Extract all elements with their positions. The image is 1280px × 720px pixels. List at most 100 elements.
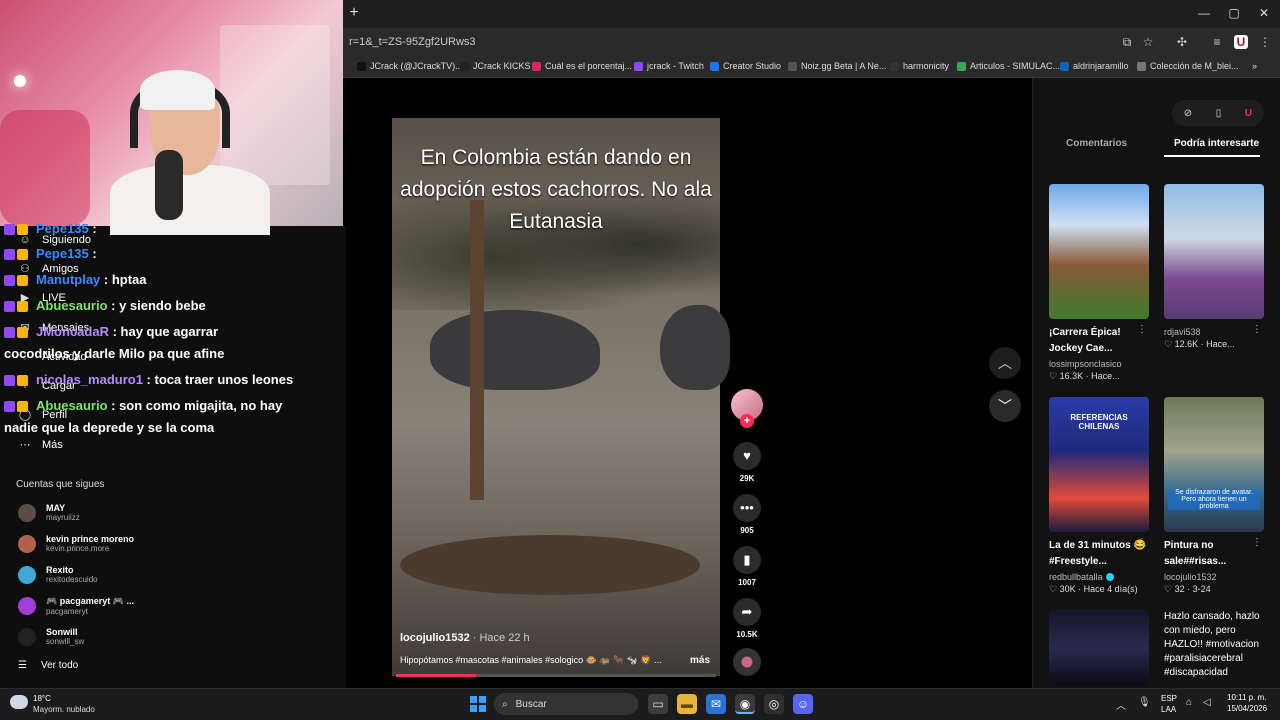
card-user[interactable]: rdjavi538 xyxy=(1164,327,1264,337)
follow-plus-button[interactable]: + xyxy=(740,414,754,428)
share-action[interactable]: ➦ 10.5K xyxy=(733,598,761,639)
clock-time[interactable]: 10:11 p. m. xyxy=(1227,693,1266,702)
share-icon[interactable]: ➦ xyxy=(733,598,761,626)
sidebar-item-más[interactable]: ⋯ Más xyxy=(18,438,63,452)
video-card[interactable]: rdjavi538 ♡ 12.6K · Hace... ⋮ xyxy=(1164,184,1264,350)
card-username[interactable]: rdjavi538 xyxy=(1164,327,1201,337)
bookmark-icon[interactable]: ▮ xyxy=(733,546,761,574)
video-card[interactable]: Hazlo cansado, hazlo con miedo, pero HAZ… xyxy=(1164,610,1264,685)
card-user[interactable]: redbullbatalla xyxy=(1049,572,1149,582)
video-progress[interactable] xyxy=(396,674,716,677)
weather-icon[interactable] xyxy=(10,695,28,709)
keyboard-layout-label[interactable]: LAA xyxy=(1161,705,1176,714)
video-card[interactable]: REFERENCIAS CHILENAS La de 31 minutos 😂 #… xyxy=(1049,397,1149,595)
previous-video-button[interactable]: ︿ xyxy=(989,347,1021,379)
video-card[interactable]: Se disfrazaron de avatar. Pero ahora tie… xyxy=(1164,397,1264,595)
following-item[interactable]: Sonwill sonwill_sw xyxy=(18,627,84,646)
heart-icon: ♡ xyxy=(1049,371,1060,381)
microphone-icon[interactable]: 🎙 xyxy=(1138,697,1151,708)
bookmark-action[interactable]: ▮ 1007 xyxy=(733,546,761,587)
url-text[interactable]: r=1&_t=ZS-95Zgf2URws3 xyxy=(349,36,476,48)
following-item[interactable]: kevin prince moreno kevin.prince.more xyxy=(18,534,134,553)
video-thumbnail[interactable] xyxy=(1049,610,1149,685)
chrome-icon[interactable]: ◉ xyxy=(735,694,755,714)
heart-action[interactable]: ♥ 29K xyxy=(733,442,761,483)
video-author-name[interactable]: locojulio1532 xyxy=(400,632,470,644)
extensions-icon[interactable]: ✣ xyxy=(1175,35,1189,49)
card-username[interactable]: redbullbatalla xyxy=(1049,572,1103,582)
discord-icon[interactable]: ☺ xyxy=(793,694,813,714)
language-label[interactable]: ESP xyxy=(1161,694,1177,703)
obs-icon[interactable]: ◎ xyxy=(764,694,784,714)
comment-icon[interactable]: ••• xyxy=(733,494,761,522)
bookmark-item[interactable]: Noiz.gg Beta | A Ne... xyxy=(788,61,886,71)
bookmark-item[interactable]: Creator Studio xyxy=(710,61,781,71)
next-video-button[interactable]: ﹀ xyxy=(989,390,1021,422)
tab-interest[interactable]: Podría interesarte xyxy=(1174,138,1259,149)
bookmark-item[interactable]: Colección de M_blei... xyxy=(1137,61,1239,71)
more-options-icon[interactable]: ⋮ xyxy=(1252,324,1262,335)
bookmarks-overflow-icon[interactable]: » xyxy=(1252,61,1257,71)
tab-comments[interactable]: Comentarios xyxy=(1066,138,1127,149)
video-author[interactable]: locojulio1532 · Hace 22 h xyxy=(400,632,530,644)
star-icon[interactable]: ☆ xyxy=(1141,35,1155,49)
bookmark-item[interactable]: jcrack - Twitch xyxy=(634,61,704,71)
file-explorer-icon[interactable]: ▬ xyxy=(677,694,697,714)
video-thumbnail[interactable]: Se disfrazaron de avatar. Pero ahora tie… xyxy=(1164,397,1264,532)
bookmark-item[interactable]: Cuál es el porcentaj... xyxy=(532,61,632,71)
following-item[interactable]: 🎮 pacgameryt 🎮 ... pacgameryt xyxy=(18,596,134,616)
bookmark-item[interactable]: harmonicity xyxy=(890,61,949,71)
bookmark-item[interactable]: JCrack (@JCrackTV)... xyxy=(357,61,463,71)
cast-icon[interactable]: ⧉ xyxy=(1120,35,1134,49)
taskbar-search[interactable]: ⌕ Buscar xyxy=(494,693,638,715)
card-title[interactable]: Pintura no sale##risas... xyxy=(1164,538,1264,570)
mail-icon[interactable]: ✉ xyxy=(706,694,726,714)
card-username[interactable]: lossimpsonclasico xyxy=(1049,359,1122,369)
weather-desc[interactable]: Mayorm. nublado xyxy=(33,705,95,714)
video-thumbnail[interactable]: Hazlo cansado, hazlo con miedo, pero HAZ… xyxy=(1164,610,1264,685)
thumbnail-overlay-text: Hazlo cansado, hazlo con miedo, pero HAZ… xyxy=(1164,611,1260,678)
video-thumbnail[interactable]: REFERENCIAS CHILENAS xyxy=(1049,397,1149,532)
bookmark-item[interactable]: Articulos - SIMULAC... xyxy=(957,61,1060,71)
following-item[interactable]: MAY mayruiizz xyxy=(18,503,80,522)
more-button[interactable]: más xyxy=(690,655,710,666)
start-button[interactable] xyxy=(470,696,486,712)
comment-action[interactable]: ••• 905 xyxy=(733,494,761,535)
more-options-icon[interactable]: ⋮ xyxy=(1252,537,1262,548)
card-user[interactable]: lossimpsonclasico xyxy=(1049,359,1149,369)
more-options-icon[interactable]: ⋮ xyxy=(1137,537,1147,548)
maximize-icon[interactable]: ▢ xyxy=(1224,5,1244,21)
bookmark-item[interactable]: aldrinjaramillo xyxy=(1060,61,1129,71)
media-icon[interactable]: ≡ xyxy=(1210,35,1224,49)
video-thumbnail[interactable] xyxy=(1164,184,1264,319)
card-username[interactable]: locojulio1532 xyxy=(1164,572,1217,582)
clock-date[interactable]: 15/04/2026 xyxy=(1227,704,1267,713)
tray-chevron-icon[interactable]: ︿ xyxy=(1116,697,1126,712)
task-view-icon[interactable]: ▭ xyxy=(648,694,668,714)
card-title[interactable]: ¡Carrera Épica! Jockey Cae... xyxy=(1049,325,1149,357)
tiktok-icon[interactable]: U xyxy=(1245,108,1252,119)
following-item[interactable]: Rexito rexitodescuido xyxy=(18,565,98,584)
following-user: mayruiizz xyxy=(46,513,80,522)
video-card[interactable] xyxy=(1049,610,1149,685)
music-disc-icon[interactable] xyxy=(733,648,761,676)
new-tab-button[interactable]: + xyxy=(346,5,362,21)
video-card[interactable]: ¡Carrera Épica! Jockey Cae... lossimpsonc… xyxy=(1049,184,1149,382)
network-icon[interactable]: ⌂ xyxy=(1186,697,1192,708)
compass-icon[interactable]: ⊘ xyxy=(1184,108,1192,119)
card-title[interactable]: La de 31 minutos 😂 #Freestyle... xyxy=(1049,538,1149,570)
card-user[interactable]: locojulio1532 xyxy=(1164,572,1264,582)
heart-icon[interactable]: ♥ xyxy=(733,442,761,470)
volume-icon[interactable]: ◁ xyxy=(1203,697,1211,708)
phone-icon[interactable]: ▯ xyxy=(1216,108,1222,119)
minimize-icon[interactable]: — xyxy=(1194,5,1214,21)
menu-icon[interactable]: ⋮ xyxy=(1258,35,1272,49)
close-icon[interactable]: ✕ xyxy=(1254,5,1274,21)
more-options-icon[interactable]: ⋮ xyxy=(1137,324,1147,335)
profile-avatar-icon[interactable]: U xyxy=(1234,35,1248,49)
see-all-button[interactable]: ☰ Ver todo xyxy=(18,660,78,671)
badge-icon xyxy=(4,401,15,413)
video-thumbnail[interactable] xyxy=(1049,184,1149,319)
bookmark-item[interactable]: JCrack KICKS xyxy=(460,61,531,71)
weather-temp[interactable]: 18°C xyxy=(33,694,51,703)
